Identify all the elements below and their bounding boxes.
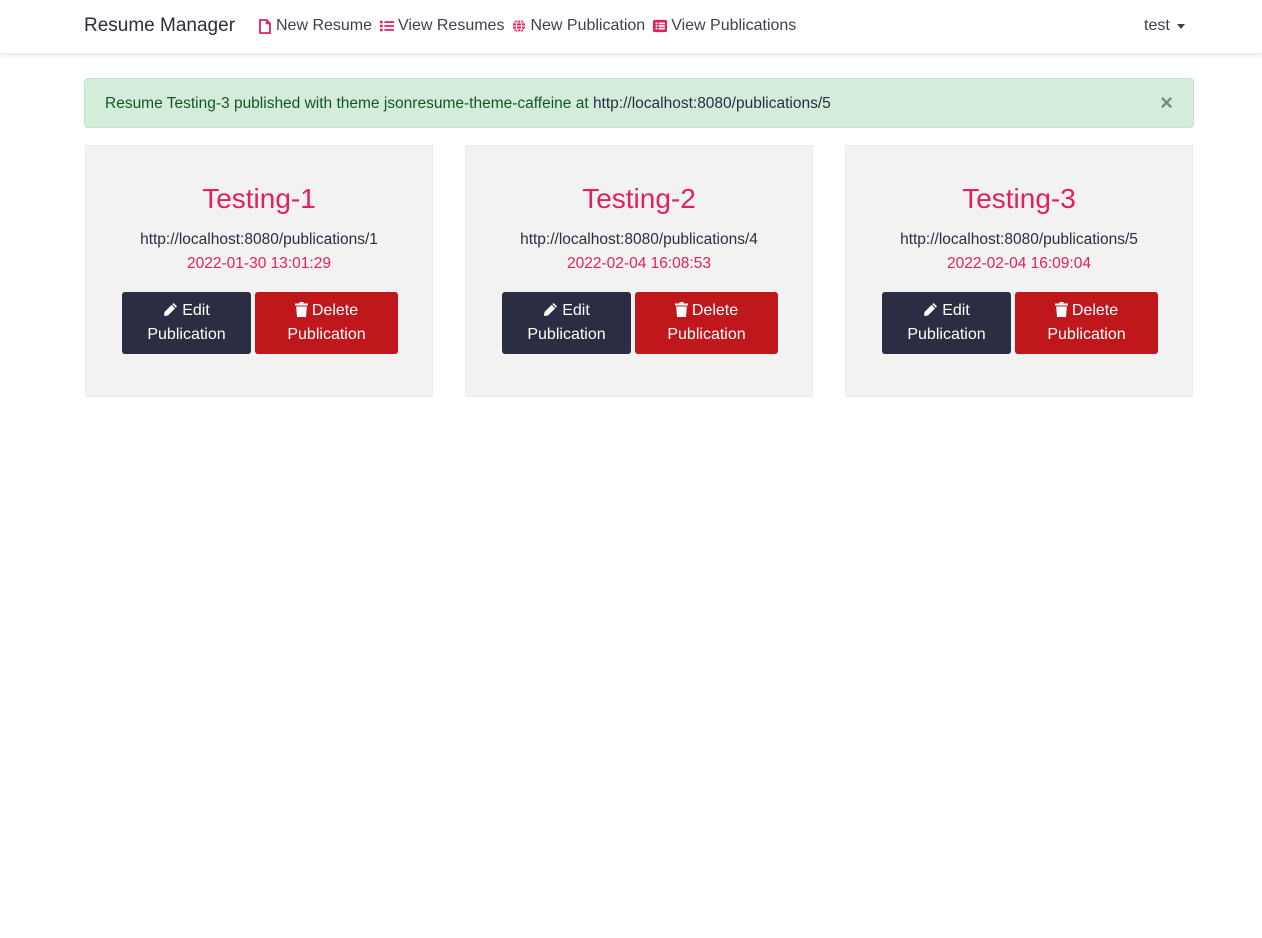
- publication-title: Testing-3: [962, 183, 1076, 214]
- edit-label-line2: Publication: [147, 326, 226, 343]
- pencil-icon: [923, 302, 938, 317]
- nav-new-publication[interactable]: New Publication: [512, 17, 645, 35]
- success-alert: Resume Testing-3 published with theme js…: [84, 78, 1194, 128]
- publication-date: 2022-01-30 13:01:29: [187, 255, 331, 272]
- list-icon: [380, 18, 395, 34]
- publication-card: Testing-1 http://localhost:8080/publicat…: [85, 145, 433, 397]
- close-icon[interactable]: ×: [1160, 92, 1173, 114]
- trash-icon: [674, 302, 688, 317]
- delete-label-line1: Delete: [1071, 302, 1119, 319]
- delete-label-line2: Publication: [1047, 326, 1126, 343]
- brand-link[interactable]: Resume Manager: [84, 15, 235, 37]
- delete-publication-button[interactable]: Delete Publication: [1015, 292, 1158, 354]
- delete-label-line1: Delete: [691, 302, 739, 319]
- nav-new-resume-label: New Resume: [276, 17, 373, 34]
- publication-date: 2022-02-04 16:09:04: [947, 255, 1091, 272]
- edit-publication-button[interactable]: Edit Publication: [122, 292, 251, 354]
- globe-icon: [512, 18, 526, 34]
- caret-down-icon: [1176, 23, 1185, 29]
- nav-links: New Resume View Resumes New Publication …: [258, 17, 796, 35]
- nav-view-publications-label: View Publications: [671, 17, 797, 34]
- delete-publication-button[interactable]: Delete Publication: [255, 292, 398, 354]
- edit-label-line1: Edit: [942, 302, 970, 319]
- alert-message-text: Resume Testing-3 published with theme js…: [105, 95, 593, 112]
- delete-label-line1: Delete: [311, 302, 359, 319]
- nav-view-resumes[interactable]: View Resumes: [380, 17, 504, 35]
- edit-label-line1: Edit: [562, 302, 590, 319]
- nav-view-publications[interactable]: View Publications: [653, 17, 796, 35]
- publication-title: Testing-2: [582, 183, 696, 214]
- edit-publication-button[interactable]: Edit Publication: [502, 292, 631, 354]
- pencil-icon: [543, 302, 558, 317]
- publication-card: Testing-3 http://localhost:8080/publicat…: [845, 145, 1193, 397]
- alert-message: Resume Testing-3 published with theme js…: [105, 95, 831, 113]
- edit-label-line1: Edit: [182, 302, 210, 319]
- edit-publication-button[interactable]: Edit Publication: [882, 292, 1011, 354]
- publication-card: Testing-2 http://localhost:8080/publicat…: [465, 145, 813, 397]
- pencil-icon: [163, 302, 178, 317]
- nav-view-resumes-label: View Resumes: [398, 17, 505, 34]
- nav-new-publication-label: New Publication: [530, 17, 646, 34]
- publication-url: http://localhost:8080/publications/5: [900, 231, 1138, 248]
- publication-date: 2022-02-04 16:08:53: [567, 255, 711, 272]
- delete-label-line2: Publication: [667, 326, 746, 343]
- navbar: Resume Manager New Resume View Resumes N…: [0, 0, 1262, 54]
- file-icon: [258, 18, 272, 34]
- user-name: test: [1144, 17, 1170, 34]
- list-alt-icon: [653, 18, 668, 34]
- trash-icon: [1054, 302, 1068, 317]
- trash-icon: [294, 302, 308, 317]
- edit-label-line2: Publication: [527, 326, 606, 343]
- publication-url: http://localhost:8080/publications/1: [140, 231, 378, 248]
- publication-title: Testing-1: [202, 183, 316, 214]
- user-dropdown[interactable]: test: [1144, 17, 1185, 35]
- delete-label-line2: Publication: [287, 326, 366, 343]
- edit-label-line2: Publication: [907, 326, 986, 343]
- alert-url: http://localhost:8080/publications/5: [592, 95, 831, 112]
- nav-new-resume[interactable]: New Resume: [258, 17, 372, 35]
- publication-url: http://localhost:8080/publications/4: [520, 231, 758, 248]
- delete-publication-button[interactable]: Delete Publication: [635, 292, 778, 354]
